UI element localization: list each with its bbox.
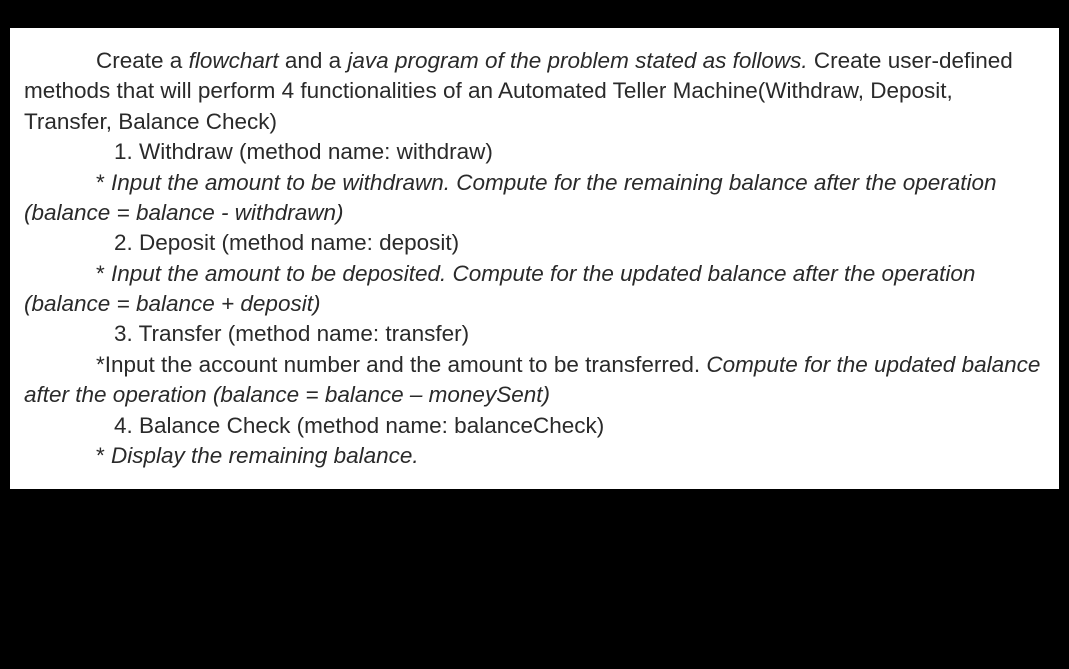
intro-italic-1: flowchart (189, 48, 285, 73)
item-4-bullet: * (96, 443, 111, 468)
item-2-desc-text: Input the amount to be deposited. Comput… (24, 261, 975, 316)
intro-text-2: and a (285, 48, 348, 73)
item-4-description: * Display the remaining balance. (24, 441, 1045, 471)
document-content: Create a flowchart and a java program of… (10, 28, 1059, 489)
intro-italic-2: java program of the problem stated as fo… (347, 48, 813, 73)
item-3-indent (24, 352, 96, 377)
item-4-title: 4. Balance Check (method name: balanceCh… (24, 411, 1045, 441)
item-4-indent (24, 443, 96, 468)
item-1-title: 1. Withdraw (method name: withdraw) (24, 137, 1045, 167)
intro-paragraph: Create a flowchart and a java program of… (24, 46, 1045, 137)
item-3-desc-part1: Input the account number and the amount … (105, 352, 707, 377)
item-1-indent (24, 170, 96, 195)
item-3-title: 3. Transfer (method name: transfer) (24, 319, 1045, 349)
item-2-title: 2. Deposit (method name: deposit) (24, 228, 1045, 258)
intro-indent (24, 48, 96, 73)
item-4-desc-text: Display the remaining balance. (111, 443, 419, 468)
item-2-indent (24, 261, 96, 286)
item-2-bullet: * (96, 261, 111, 286)
item-1-bullet: * (96, 170, 111, 195)
intro-text-1: Create a (96, 48, 189, 73)
item-1-description: * Input the amount to be withdrawn. Comp… (24, 168, 1045, 229)
item-2-description: * Input the amount to be deposited. Comp… (24, 259, 1045, 320)
item-1-desc-text: Input the amount to be withdrawn. Comput… (24, 170, 997, 225)
item-3-description: *Input the account number and the amount… (24, 350, 1045, 411)
item-3-bullet: * (96, 352, 105, 377)
